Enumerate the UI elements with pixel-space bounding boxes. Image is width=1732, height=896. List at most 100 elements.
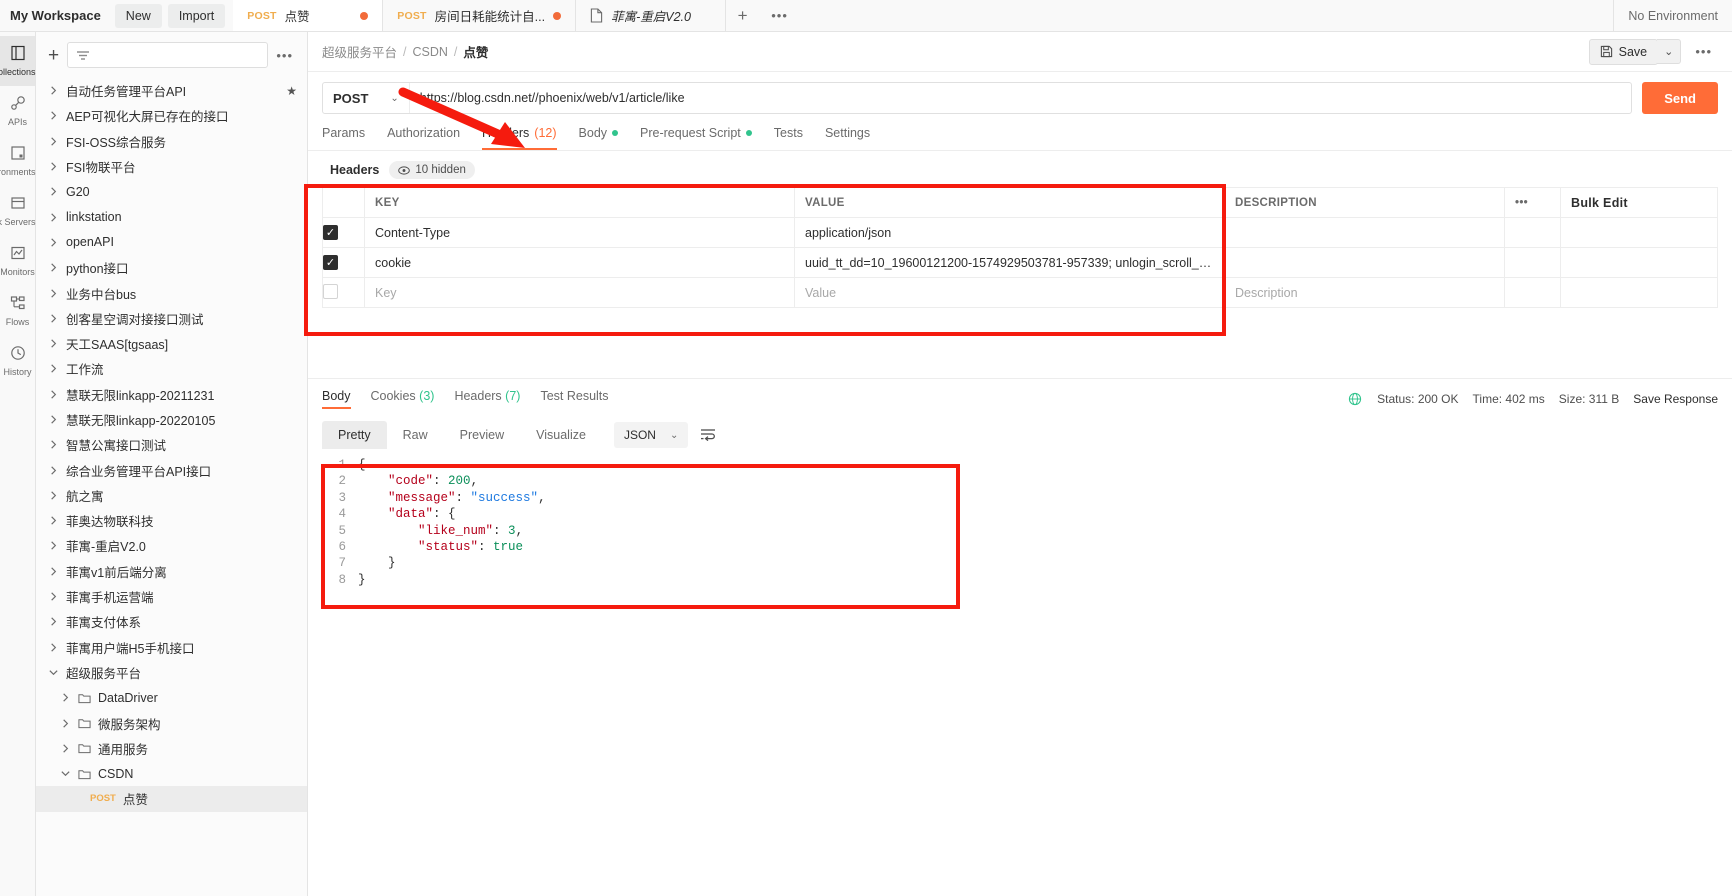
rail-item-history[interactable]: History — [0, 336, 35, 386]
sidebar-item-13[interactable]: 慧联无限linkapp-20220105 — [36, 407, 307, 432]
col-header-actions[interactable]: ••• — [1504, 187, 1561, 218]
response-view-tab-raw[interactable]: Raw — [387, 421, 444, 449]
response-view-tab-preview[interactable]: Preview — [444, 421, 520, 449]
request-section-tab-tests[interactable]: Tests — [774, 126, 803, 150]
workspace-name[interactable]: My Workspace — [0, 0, 115, 31]
response-code[interactable]: 12345678 { "code": 200, "message": "succ… — [322, 457, 1718, 588]
rail-item-collections[interactable]: Collections — [0, 36, 36, 86]
request-tab-1[interactable]: POST 房间日耗能统计自... — [383, 0, 577, 31]
sidebar-item-3[interactable]: FSI物联平台 — [36, 154, 307, 179]
response-view-tab-pretty[interactable]: Pretty — [322, 421, 387, 449]
star-icon[interactable]: ★ — [286, 84, 297, 98]
code-line-7: } — [358, 555, 1718, 571]
breadcrumb-bar: 超级服务平台 / CSDN / 点赞 Save ⌄ ••• — [308, 32, 1732, 72]
request-section-tab-pre-request-script[interactable]: Pre-request Script — [640, 126, 752, 150]
new-row-checkbox[interactable] — [323, 283, 338, 299]
header-description-0[interactable] — [1224, 217, 1505, 248]
hidden-headers-toggle[interactable]: 10 hidden — [389, 161, 475, 179]
sidebar-item-25[interactable]: 微服务架构 — [36, 710, 307, 735]
sidebar-item-8[interactable]: 业务中台bus — [36, 280, 307, 305]
sidebar-item-24[interactable]: DataDriver — [36, 685, 307, 710]
response-tab-cookies[interactable]: Cookies (3) — [371, 389, 435, 409]
code-lines: { "code": 200, "message": "success", "da… — [358, 457, 1718, 588]
sidebar-item-18[interactable]: 菲寓-重启V2.0 — [36, 533, 307, 558]
header-key-0[interactable]: Content-Type — [364, 217, 795, 248]
sidebar-item-12[interactable]: 慧联无限linkapp-20211231 — [36, 382, 307, 407]
sidebar-item-21[interactable]: 菲寓支付体系 — [36, 609, 307, 634]
header-row-actions-0[interactable] — [1504, 217, 1561, 248]
response-tab-test-results[interactable]: Test Results — [540, 389, 608, 409]
sidebar-item-9[interactable]: 创客星空调对接接口测试 — [36, 306, 307, 331]
new-tab-button[interactable]: + — [726, 0, 760, 31]
rail-item-environments[interactable]: Environments — [0, 136, 36, 186]
import-button[interactable]: Import — [167, 3, 226, 28]
header-key-1[interactable]: cookie — [364, 247, 795, 278]
sidebar-item-16[interactable]: 航之寓 — [36, 483, 307, 508]
response-tab-headers[interactable]: Headers (7) — [454, 389, 520, 409]
request-tab-0[interactable]: POST 点赞 — [233, 0, 384, 31]
sidebar-filter-input[interactable] — [67, 42, 269, 68]
header-row-checkbox-0[interactable]: ✓ — [323, 225, 338, 240]
header-value-1[interactable]: uuid_tt_dd=10_19600121200-1574929503781-… — [794, 247, 1225, 278]
bulk-edit-button[interactable]: Bulk Edit — [1571, 196, 1628, 210]
sidebar-item-23[interactable]: 超级服务平台 — [36, 660, 307, 685]
flows-icon — [10, 295, 26, 314]
response-format-select[interactable]: JSON ⌄ — [613, 422, 689, 448]
sidebar-item-26[interactable]: 通用服务 — [36, 736, 307, 761]
tabs-more-icon[interactable]: ••• — [760, 0, 800, 31]
header-row-checkbox-1[interactable]: ✓ — [323, 255, 338, 270]
code-token-5-1: : — [493, 523, 509, 538]
sidebar-item-4[interactable]: G20 — [36, 179, 307, 204]
sidebar-item-6[interactable]: openAPI — [36, 230, 307, 255]
rail-item-apis[interactable]: APIs — [0, 86, 35, 136]
sidebar-item-22[interactable]: 菲寓用户端H5手机接口 — [36, 635, 307, 660]
rail-item-mock-servers[interactable]: Mock Servers — [0, 186, 36, 236]
sidebar-item-7[interactable]: python接口 — [36, 255, 307, 280]
response-tab-body[interactable]: Body — [322, 389, 351, 409]
header-row-actions-1[interactable] — [1504, 247, 1561, 278]
request-section-tab-headers[interactable]: Headers (12) — [482, 126, 557, 150]
new-row-key-input[interactable]: Key — [364, 277, 795, 308]
header-value-0[interactable]: application/json — [794, 217, 1225, 248]
save-response-button[interactable]: Save Response — [1633, 392, 1718, 406]
url-input[interactable]: https://blog.csdn.net//phoenix/web/v1/ar… — [410, 83, 1631, 113]
sidebar-item-5[interactable]: linkstation — [36, 204, 307, 229]
send-button[interactable]: Send — [1642, 82, 1718, 114]
sidebar-item-11[interactable]: 工作流 — [36, 356, 307, 381]
request-section-tab-body[interactable]: Body — [579, 126, 619, 150]
request-section-tab-params[interactable]: Params — [322, 126, 365, 150]
request-tab-2[interactable]: 菲寓-重启V2.0 — [576, 0, 727, 31]
word-wrap-icon[interactable] — [700, 427, 716, 444]
new-collection-icon[interactable]: + — [48, 46, 59, 65]
sidebar-item-2[interactable]: FSI-OSS综合服务 — [36, 129, 307, 154]
new-row-value-input[interactable]: Value — [794, 277, 1225, 308]
sidebar-more-icon[interactable]: ••• — [276, 48, 297, 63]
breadcrumb-item-1[interactable]: CSDN — [413, 45, 448, 59]
save-button[interactable]: Save — [1588, 38, 1659, 65]
sidebar-item-14[interactable]: 智慧公寓接口测试 — [36, 432, 307, 457]
request-section-tab-settings[interactable]: Settings — [825, 126, 870, 150]
rail-item-monitors[interactable]: Monitors — [0, 236, 35, 286]
save-dropdown-caret[interactable]: ⌄ — [1657, 39, 1682, 64]
new-row-description-input[interactable]: Description — [1224, 277, 1505, 308]
sidebar-item-10[interactable]: 天工SAAS[tgsaas] — [36, 331, 307, 356]
new-button[interactable]: New — [114, 3, 162, 28]
new-row-actions[interactable] — [1504, 277, 1561, 308]
header-description-1[interactable] — [1224, 247, 1505, 278]
sidebar-item-27[interactable]: CSDN — [36, 761, 307, 786]
rail-item-flows[interactable]: Flows — [0, 286, 35, 336]
response-view-tab-visualize[interactable]: Visualize — [520, 421, 602, 449]
request-section-tab-authorization[interactable]: Authorization — [387, 126, 460, 150]
sidebar-item-15[interactable]: 综合业务管理平台API接口 — [36, 457, 307, 482]
sidebar-item-20[interactable]: 菲寓手机运营端 — [36, 584, 307, 609]
sidebar-item-19[interactable]: 菲寓v1前后端分离 — [36, 559, 307, 584]
sidebar-item-0[interactable]: 自动任务管理平台API ★ — [36, 78, 307, 103]
sidebar-item-1[interactable]: AEP可视化大屏已存在的接口 — [36, 103, 307, 128]
code-token-4-0: "data" — [388, 507, 434, 522]
breadcrumb-item-0[interactable]: 超级服务平台 — [322, 42, 397, 61]
sidebar-item-17[interactable]: 菲奥达物联科技 — [36, 508, 307, 533]
sidebar-item-28[interactable]: POST 点赞 — [36, 786, 307, 812]
http-method-select[interactable]: POST ⌄ — [323, 83, 410, 113]
request-more-icon[interactable]: ••• — [1689, 44, 1718, 59]
environment-selector[interactable]: No Environment — [1613, 0, 1732, 31]
